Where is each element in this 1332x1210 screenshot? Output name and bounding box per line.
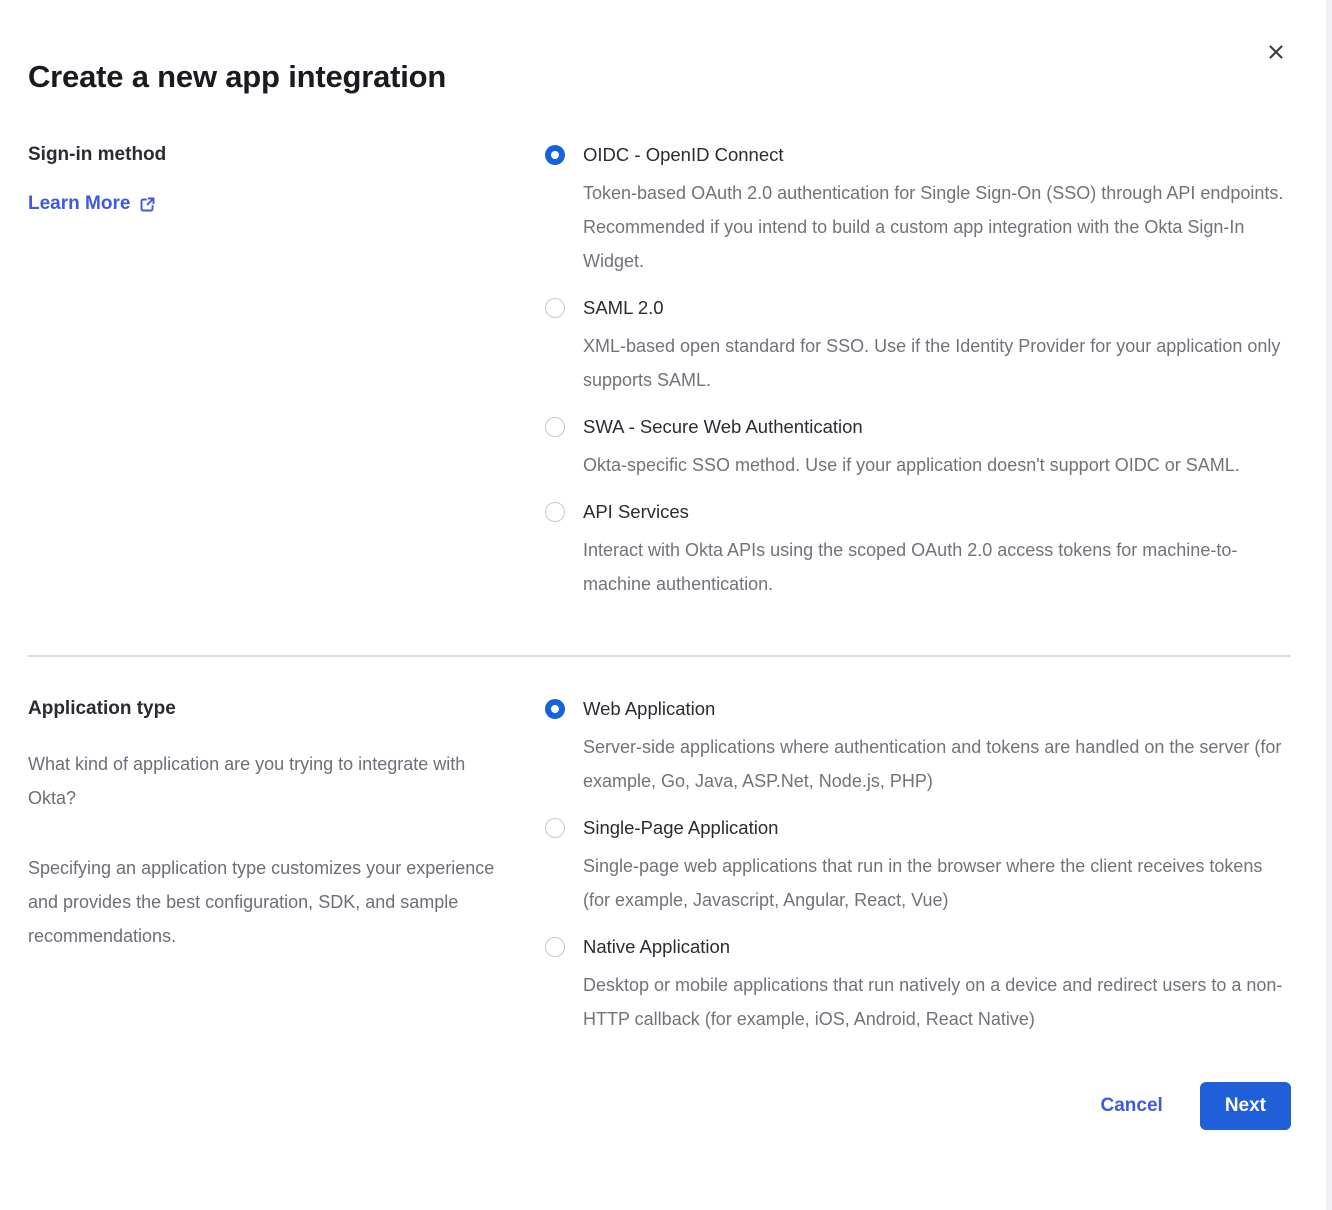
application-type-intro: What kind of application are you trying … <box>28 747 506 815</box>
option-single-page-application[interactable]: Single-Page Application Single-page web … <box>545 816 1291 917</box>
signin-options-group: OIDC - OpenID Connect Token-based OAuth … <box>545 143 1291 601</box>
radio-saml[interactable] <box>545 298 565 318</box>
option-swa[interactable]: SWA - Secure Web Authentication Okta-spe… <box>545 415 1291 482</box>
option-native-application[interactable]: Native Application Desktop or mobile app… <box>545 935 1291 1036</box>
learn-more-link[interactable]: Learn More <box>28 193 156 215</box>
option-single-page-application-label[interactable]: Single-Page Application <box>583 816 1291 840</box>
option-api-services-label[interactable]: API Services <box>583 500 1291 524</box>
learn-more-label: Learn More <box>28 193 130 215</box>
option-oidc-label[interactable]: OIDC - OpenID Connect <box>583 143 1291 167</box>
application-type-heading: Application type <box>28 697 525 721</box>
option-native-application-description: Desktop or mobile applications that run … <box>583 968 1291 1036</box>
option-saml[interactable]: SAML 2.0 XML-based open standard for SSO… <box>545 296 1291 397</box>
option-single-page-application-description: Single-page web applications that run in… <box>583 849 1291 917</box>
radio-api-services[interactable] <box>545 502 565 522</box>
option-swa-label[interactable]: SWA - Secure Web Authentication <box>583 415 1291 439</box>
option-web-application-description: Server-side applications where authentic… <box>583 730 1291 798</box>
option-swa-description: Okta-specific SSO method. Use if your ap… <box>583 448 1291 482</box>
option-native-application-label[interactable]: Native Application <box>583 935 1291 959</box>
dialog-footer: Cancel Next <box>28 1082 1291 1130</box>
next-button[interactable]: Next <box>1200 1082 1291 1130</box>
signin-method-heading: Sign-in method <box>28 143 525 167</box>
signin-method-section: Sign-in method Learn More OIDC - OpenID … <box>28 143 1291 601</box>
option-saml-label[interactable]: SAML 2.0 <box>583 296 1291 320</box>
option-oidc[interactable]: OIDC - OpenID Connect Token-based OAuth … <box>545 143 1291 278</box>
option-web-application-label[interactable]: Web Application <box>583 697 1291 721</box>
radio-native-application[interactable] <box>545 937 565 957</box>
dialog-title: Create a new app integration <box>28 58 1291 96</box>
close-button[interactable] <box>1262 38 1290 66</box>
radio-web-application[interactable] <box>545 699 565 719</box>
option-api-services-description: Interact with Okta APIs using the scoped… <box>583 533 1291 601</box>
scrollbar-gutter[interactable] <box>1326 0 1332 1210</box>
option-web-application[interactable]: Web Application Server-side applications… <box>545 697 1291 798</box>
application-type-options-group: Web Application Server-side applications… <box>545 697 1291 1036</box>
radio-swa[interactable] <box>545 417 565 437</box>
option-saml-description: XML-based open standard for SSO. Use if … <box>583 329 1291 397</box>
create-app-integration-dialog: Create a new app integration Sign-in met… <box>0 0 1326 1210</box>
cancel-button[interactable]: Cancel <box>1101 1095 1163 1117</box>
application-type-section: Application type What kind of applicatio… <box>28 697 1291 1036</box>
external-link-icon <box>139 196 156 213</box>
application-type-note: Specifying an application type customize… <box>28 851 506 953</box>
section-divider <box>28 655 1291 657</box>
close-icon <box>1268 44 1284 60</box>
option-api-services[interactable]: API Services Interact with Okta APIs usi… <box>545 500 1291 601</box>
option-oidc-description: Token-based OAuth 2.0 authentication for… <box>583 176 1291 278</box>
radio-single-page-application[interactable] <box>545 818 565 838</box>
radio-oidc[interactable] <box>545 145 565 165</box>
